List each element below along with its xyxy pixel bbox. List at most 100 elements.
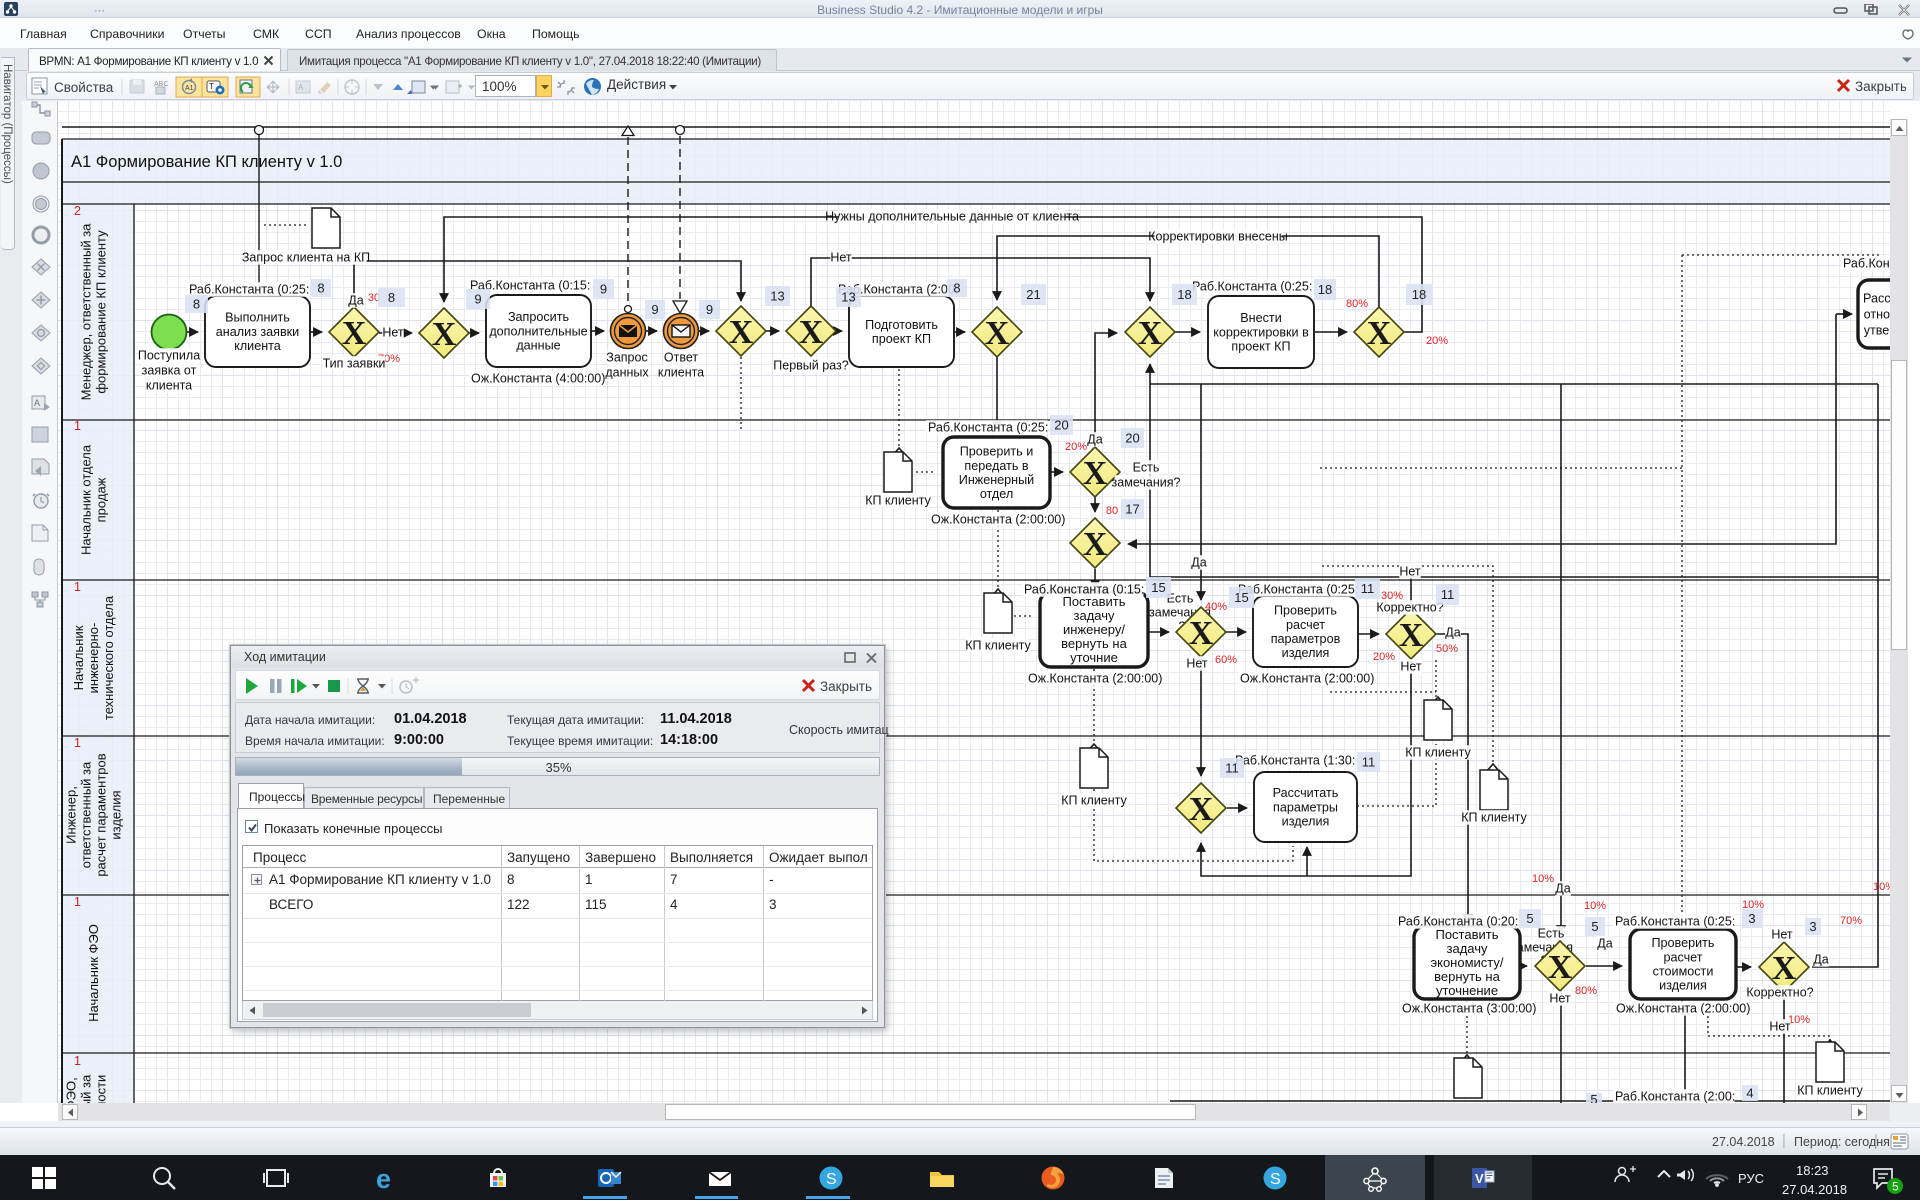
svg-text:Да: Да [1191,556,1206,570]
svg-text:клиента: клиента [234,339,281,353]
svg-text:17: 17 [1125,502,1139,517]
svg-text:X: X [1548,949,1573,986]
svg-text:Рассчитать: Рассчитать [1273,786,1339,800]
svg-text:20%: 20% [1373,651,1395,663]
svg-text:Ож.Константа (2:00:00): Ож.Константа (2:00:00) [1240,672,1374,686]
svg-text:V: V [1475,1171,1484,1186]
svg-text:КП клиенту: КП клиенту [865,494,931,508]
svg-text:вернуть на: вернуть на [1434,969,1500,984]
svg-text:Внести: Внести [1240,311,1281,325]
svg-text:передать в: передать в [964,459,1028,473]
svg-text:Проверить: Проверить [1274,604,1337,618]
svg-text:Раб.Константа (1:30:: Раб.Константа (1:30: [1235,754,1355,768]
svg-text:уточние: уточние [1070,650,1118,665]
svg-text:Корректно?: Корректно? [1376,601,1443,615]
svg-text:X: X [729,314,754,351]
svg-text:данных: данных [605,366,649,380]
svg-text:8: 8 [193,297,200,312]
svg-text:утвер: утвер [1864,323,1890,337]
svg-text:Да: Да [1087,433,1102,447]
svg-text:расчет: расчет [1663,950,1702,964]
svg-text:Раб.Константа (0:25:: Раб.Константа (0:25: [1615,915,1735,929]
svg-text:Ож.Константа (3:00:00): Ож.Константа (3:00:00) [1402,1002,1536,1016]
svg-text:Закрыть: Закрыть [820,679,872,694]
svg-text:20: 20 [1125,431,1139,446]
svg-text:X: X [1138,315,1163,352]
svg-text:3: 3 [1748,911,1755,926]
svg-text:Начальник отдела: Начальник отдела [79,444,94,555]
svg-text:Раб.Кон: Раб.Кон [1843,257,1890,271]
svg-text:Поступила: Поступила [138,349,200,363]
svg-text:корректировки в: корректировки в [1213,325,1309,339]
svg-text:технического отдела: технического отдела [101,595,116,720]
svg-text:Нет: Нет [1769,1020,1791,1034]
svg-text:формирование КП клиенту: формирование КП клиенту [94,230,109,394]
svg-text:Менеджер, ответственный за: Менеджер, ответственный за [79,223,94,401]
svg-text:экономисту/: экономисту/ [1430,955,1503,970]
svg-text:11: 11 [1225,761,1239,776]
svg-text:А1: А1 [185,85,194,92]
svg-text:1: 1 [74,1054,81,1068]
svg-text:13: 13 [770,289,784,304]
svg-text:e: e [376,1164,391,1192]
svg-text:11: 11 [1362,755,1376,770]
svg-text:ответственный за: ответственный за [79,761,94,868]
svg-text:X: X [985,315,1010,352]
svg-text:1: 1 [74,419,81,433]
svg-text:клиента: клиента [146,379,192,393]
svg-text:изделия: изделия [1282,815,1330,829]
svg-text:Рассч: Рассч [1863,291,1890,305]
svg-text:изделия: изделия [109,790,124,839]
svg-text:4: 4 [1746,1086,1753,1101]
svg-text:X: X [1189,615,1214,652]
svg-text:Свойства: Свойства [54,80,114,95]
svg-text:Поставить: Поставить [1435,927,1498,942]
svg-text:Проверить и: Проверить и [960,445,1034,459]
svg-text:X: X [1083,526,1108,563]
svg-text:КП клиенту: КП клиенту [965,639,1031,653]
svg-text:Да: Да [1813,953,1828,967]
svg-text:Подготовить: Подготовить [865,318,938,332]
svg-text:10%: 10% [1788,1014,1810,1026]
svg-text:X: X [432,316,457,353]
svg-text:РУС: РУС [1738,1171,1764,1186]
svg-text:Начальник ФЭО,: Начальник ФЭО, [64,1077,79,1103]
svg-text:замечания?: замечания? [1112,476,1181,490]
svg-text:Да: Да [1555,882,1570,896]
svg-text:27.04.2018: 27.04.2018 [1782,1182,1847,1197]
svg-text:задачу: задачу [1074,608,1115,623]
svg-text:S: S [1270,1171,1281,1188]
svg-text:X: X [1083,455,1108,492]
svg-text:13: 13 [841,290,855,305]
svg-text:10%: 10% [1532,873,1554,885]
svg-text:ответственный за: ответственный за [79,1074,94,1103]
svg-text:20%: 20% [1426,335,1448,347]
svg-text:клиента: клиента [658,366,704,380]
svg-text:проект КП: проект КП [872,332,931,346]
svg-text:15: 15 [1234,590,1248,605]
svg-text:Выполнить: Выполнить [225,311,290,325]
svg-text:Ответ: Ответ [664,351,698,365]
svg-text:Ож.Константа (2:00:00): Ож.Константа (2:00:00) [1616,1002,1750,1016]
svg-text:1: 1 [74,895,81,909]
svg-text:Запросить: Запросить [508,310,570,324]
svg-text:Ож.Константа (2:00:00): Ож.Константа (2:00:00) [1028,672,1162,686]
svg-text:Инженерный: Инженерный [959,473,1034,487]
svg-text:5: 5 [1526,911,1533,926]
svg-text:9: 9 [651,302,658,317]
svg-text:Раб.Константа (0:25:: Раб.Константа (0:25: [1238,583,1358,597]
svg-text:A: A [298,83,304,92]
svg-text:Раб.Константа (0:20:: Раб.Константа (0:20: [1398,915,1518,929]
svg-text:изделия: изделия [1659,979,1707,993]
svg-text:15: 15 [1151,580,1165,595]
svg-text:Нет: Нет [382,326,404,340]
svg-text:Нет: Нет [1399,565,1421,579]
svg-text:отдел: отдел [980,487,1013,501]
svg-text:расчет параментров: расчет параментров [94,753,109,876]
svg-text:стоимости: стоимости [1653,965,1714,979]
svg-text:9: 9 [706,302,713,317]
svg-text:дополнительные: дополнительные [489,324,587,338]
svg-text:80%: 80% [1346,298,1368,310]
svg-text:Раб.Константа (0:25:: Раб.Константа (0:25: [189,283,309,297]
svg-text:анализ заявки: анализ заявки [216,325,299,339]
